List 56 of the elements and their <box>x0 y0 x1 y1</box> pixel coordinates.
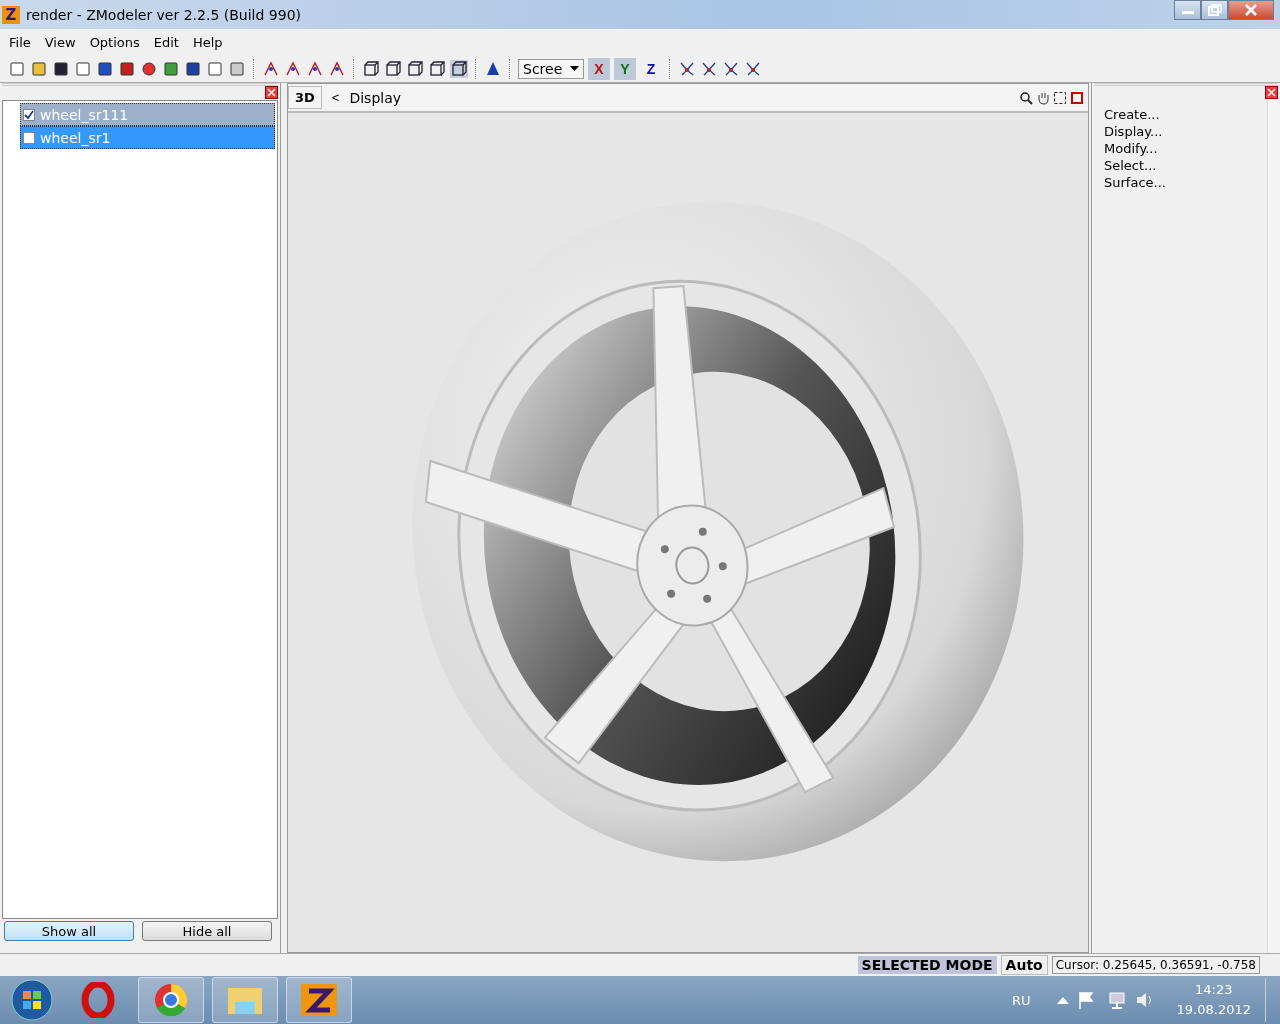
toolbar-icon[interactable] <box>96 60 114 78</box>
breadcrumb: Display <box>349 89 403 106</box>
visibility-checkbox[interactable] <box>23 108 35 121</box>
hand-icon[interactable] <box>1036 90 1050 105</box>
taskbar-app-icon[interactable] <box>286 977 352 1023</box>
mode-indicator: SELECTED MODE <box>857 956 997 974</box>
close-icon[interactable] <box>1265 86 1278 99</box>
command-link[interactable]: Display... <box>1104 123 1268 140</box>
menu-item[interactable]: Options <box>82 35 147 50</box>
app-logo-icon: Z <box>2 5 20 24</box>
taskbar-app-icon[interactable] <box>138 977 204 1023</box>
minimize-button[interactable] <box>1174 0 1201 20</box>
restore-button[interactable] <box>1201 0 1228 20</box>
view-label[interactable]: 3D <box>288 86 322 109</box>
zoom-icon[interactable] <box>1019 90 1033 105</box>
menu-item[interactable]: File <box>2 35 38 50</box>
cube-icon[interactable] <box>450 60 468 78</box>
cube-icon[interactable] <box>428 60 446 78</box>
snap-indicator: Auto <box>1000 955 1048 975</box>
toolbar-icon[interactable] <box>700 60 718 78</box>
panel-button[interactable]: Show all <box>4 921 134 941</box>
caret-icon <box>570 66 579 72</box>
axis-toggle[interactable]: Z <box>640 58 662 80</box>
maximize-view-icon[interactable] <box>1070 90 1084 105</box>
cone-icon[interactable] <box>484 60 502 78</box>
menu-item[interactable]: Help <box>186 35 230 50</box>
command-link[interactable]: Modify... <box>1104 140 1268 157</box>
close-icon[interactable] <box>265 86 278 99</box>
back-button[interactable]: < <box>329 90 342 105</box>
toolbar-icon[interactable] <box>678 60 696 78</box>
command-link[interactable]: Select... <box>1104 157 1268 174</box>
toolbar-icon[interactable] <box>52 60 70 78</box>
axis-toggle[interactable]: X <box>588 58 610 80</box>
caret-icon[interactable] <box>1056 996 1069 1004</box>
window-title: render - ZModeler ver 2.2.5 (Build 990) <box>26 6 302 23</box>
cube-icon[interactable] <box>406 60 424 78</box>
panel-button[interactable]: Hide all <box>142 921 272 941</box>
menu-item[interactable]: Edit <box>146 35 186 50</box>
command-link[interactable]: Create... <box>1104 106 1268 123</box>
command-link[interactable]: Surface... <box>1104 174 1268 191</box>
menu-item[interactable]: View <box>37 35 83 50</box>
view-dropdown[interactable]: Scree <box>518 59 584 79</box>
toolbar-icon[interactable] <box>744 60 762 78</box>
toolbar-icon[interactable] <box>722 60 740 78</box>
frame-icon[interactable] <box>1053 90 1067 105</box>
cube-icon[interactable] <box>384 60 402 78</box>
scrollbar[interactable] <box>1267 99 1280 953</box>
axis-toggle[interactable]: Y <box>614 58 636 80</box>
close-button[interactable] <box>1228 0 1274 20</box>
toolbar-icon[interactable] <box>118 60 136 78</box>
cube-icon[interactable] <box>362 60 380 78</box>
toolbar-icon[interactable] <box>184 60 202 78</box>
visibility-checkbox[interactable] <box>23 131 35 144</box>
cursor-readout: Cursor: 0.25645, 0.36591, -0.758 <box>1051 956 1260 974</box>
restore-icon <box>1207 4 1222 16</box>
close-icon <box>1244 4 1258 16</box>
